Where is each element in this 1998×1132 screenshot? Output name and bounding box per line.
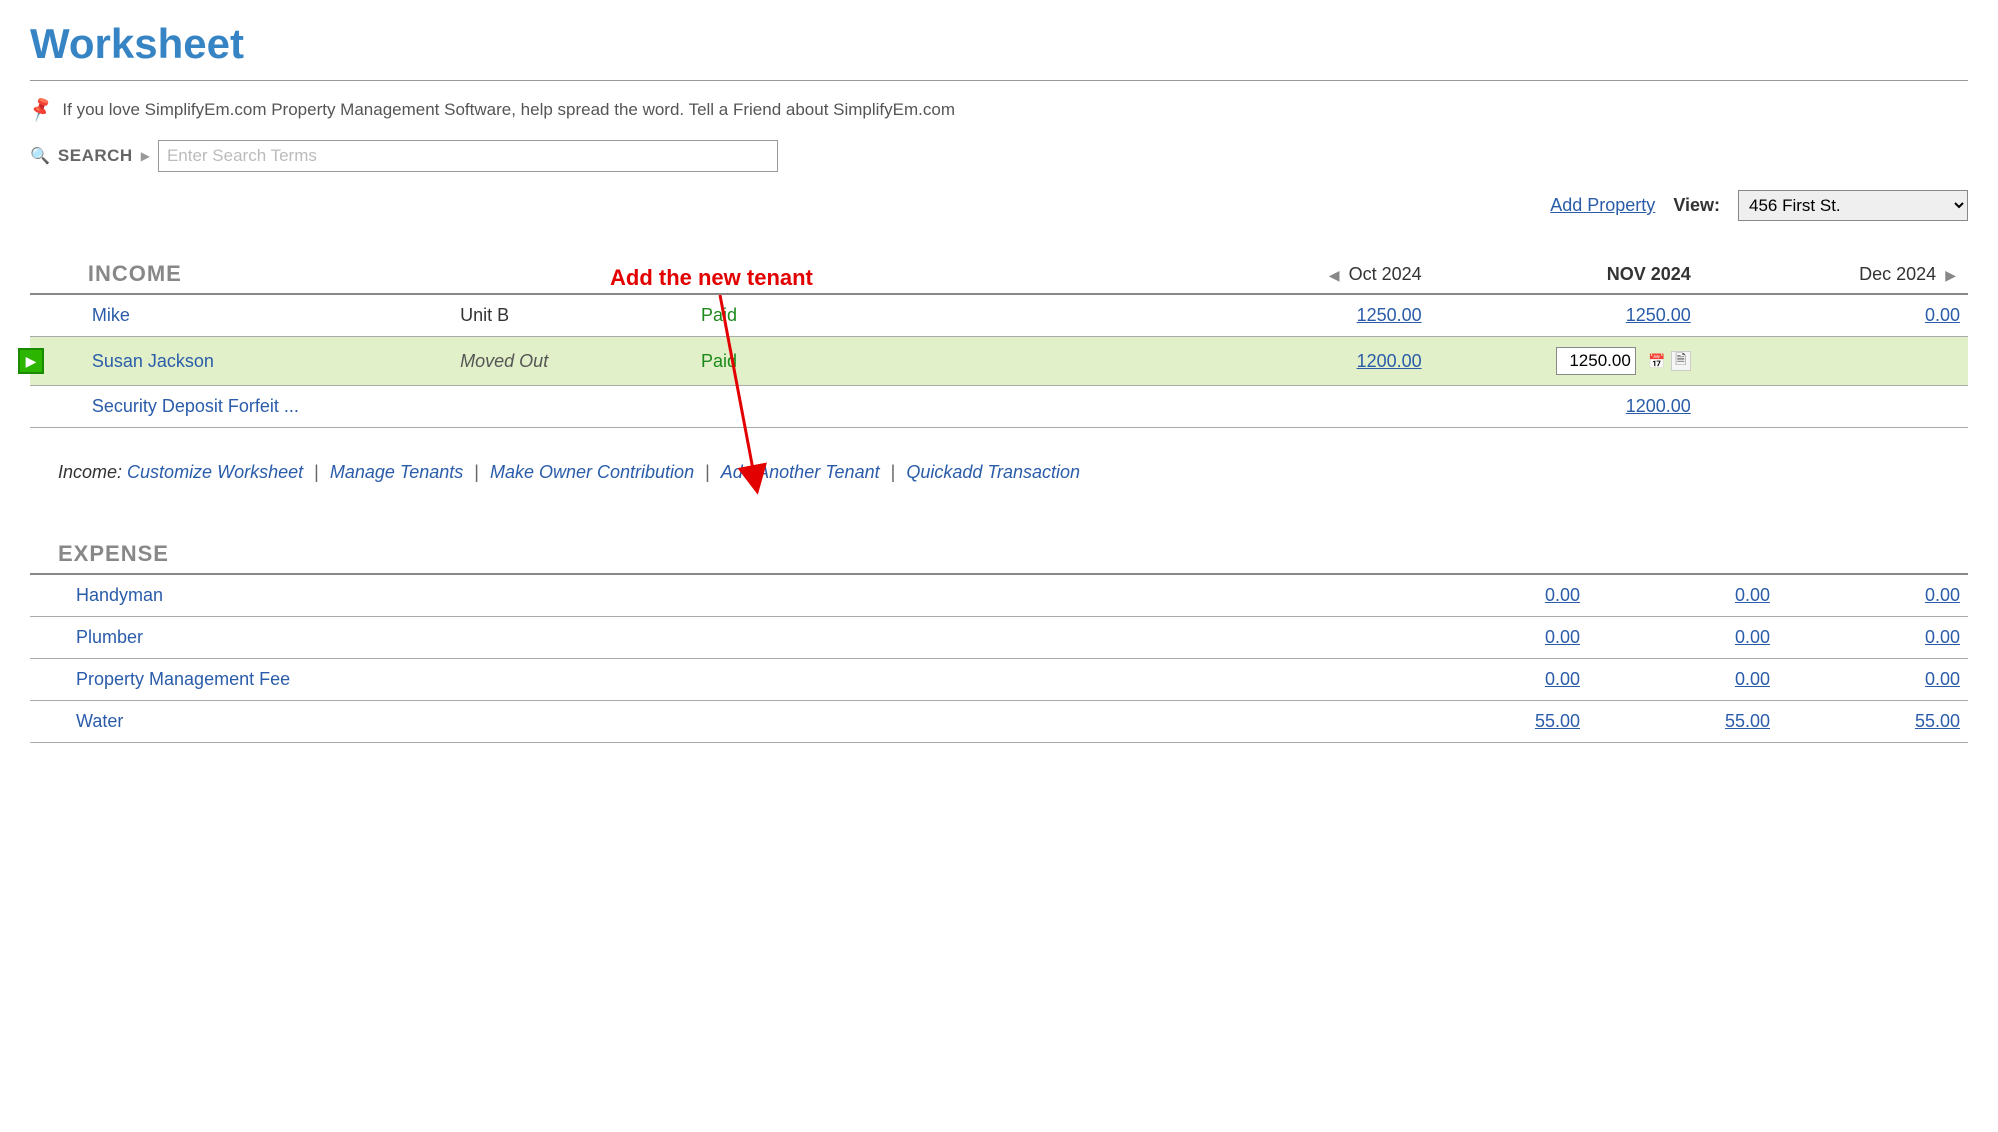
amount-cell[interactable]: 0.00 bbox=[1925, 585, 1960, 605]
month-next-label: Dec 2024 bbox=[1859, 264, 1936, 284]
view-select[interactable]: 456 First St. bbox=[1738, 190, 1968, 221]
income-table: INCOME ◀ Oct 2024 NOV 2024 Dec 2024 ▶ Mi… bbox=[30, 251, 1968, 428]
manage-tenants-link[interactable]: Manage Tenants bbox=[330, 462, 463, 482]
promo-row: 📌 If you love SimplifyEm.com Property Ma… bbox=[30, 99, 1968, 120]
unit-label: Unit B bbox=[460, 305, 509, 325]
make-owner-contribution-link[interactable]: Make Owner Contribution bbox=[490, 462, 694, 482]
deposit-forfeit-link[interactable]: Security Deposit Forfeit ... bbox=[92, 396, 299, 416]
status-paid: Paid bbox=[701, 351, 737, 371]
month-current-label: NOV 2024 bbox=[1607, 264, 1691, 284]
search-icon: 🔍 bbox=[30, 146, 50, 166]
month-prev-label: Oct 2024 bbox=[1349, 264, 1422, 284]
tenant-name-link[interactable]: Mike bbox=[92, 305, 130, 325]
amount-cell[interactable]: 55.00 bbox=[1535, 711, 1580, 731]
amount-cell[interactable]: 1200.00 bbox=[1626, 396, 1691, 416]
next-month-arrow-icon[interactable]: ▶ bbox=[1941, 267, 1960, 283]
expense-row-water: Water 55.00 55.00 55.00 bbox=[30, 701, 1968, 743]
expense-name-link[interactable]: Handyman bbox=[76, 585, 163, 605]
income-section-header: INCOME bbox=[88, 261, 182, 286]
amount-input[interactable] bbox=[1556, 347, 1636, 375]
amount-cell[interactable]: 0.00 bbox=[1925, 305, 1960, 325]
amount-cell[interactable]: 55.00 bbox=[1915, 711, 1960, 731]
top-controls: Add Property View: 456 First St. bbox=[30, 190, 1968, 221]
amount-cell[interactable]: 0.00 bbox=[1925, 669, 1960, 689]
expense-name-link[interactable]: Property Management Fee bbox=[76, 669, 290, 689]
caret-right-icon: ▶ bbox=[141, 149, 150, 163]
search-row: 🔍 SEARCH ▶ bbox=[30, 140, 1968, 172]
add-another-tenant-link[interactable]: Add Another Tenant bbox=[721, 462, 880, 482]
amount-cell[interactable]: 0.00 bbox=[1545, 669, 1580, 689]
tenant-name-link[interactable]: Susan Jackson bbox=[92, 351, 214, 371]
income-links-label: Income: bbox=[58, 462, 122, 482]
amount-cell[interactable]: 55.00 bbox=[1725, 711, 1770, 731]
amount-cell[interactable]: 0.00 bbox=[1735, 627, 1770, 647]
expense-row-handyman: Handyman 0.00 0.00 0.00 bbox=[30, 575, 1968, 617]
income-row-mike: Mike Unit B Paid 1250.00 1250.00 0.00 bbox=[30, 294, 1968, 337]
amount-cell[interactable]: 0.00 bbox=[1735, 585, 1770, 605]
expense-table: Handyman 0.00 0.00 0.00 Plumber 0.00 0.0… bbox=[30, 575, 1968, 743]
divider bbox=[30, 80, 1968, 81]
page-title: Worksheet bbox=[30, 20, 1968, 68]
amount-cell[interactable]: 0.00 bbox=[1545, 627, 1580, 647]
income-row-deposit: Security Deposit Forfeit ... 1200.00 bbox=[30, 386, 1968, 428]
search-input[interactable] bbox=[158, 140, 778, 172]
calendar-icon[interactable]: 📅 bbox=[1647, 351, 1667, 371]
moved-out-label: Moved Out bbox=[460, 351, 548, 371]
expense-row-pmfee: Property Management Fee 0.00 0.00 0.00 bbox=[30, 659, 1968, 701]
income-row-susan: ▶ Susan Jackson Moved Out Paid 1200.00 📅… bbox=[30, 337, 1968, 386]
income-action-links: Income: Customize Worksheet | Manage Ten… bbox=[58, 462, 1968, 483]
amount-cell[interactable]: 0.00 bbox=[1925, 627, 1960, 647]
prev-month-arrow-icon[interactable]: ◀ bbox=[1325, 267, 1344, 283]
expense-name-link[interactable]: Water bbox=[76, 711, 123, 731]
search-label: SEARCH bbox=[58, 146, 133, 166]
expand-row-button[interactable]: ▶ bbox=[18, 348, 44, 374]
promo-text: If you love SimplifyEm.com Property Mana… bbox=[62, 100, 955, 120]
amount-cell[interactable]: 0.00 bbox=[1735, 669, 1770, 689]
add-property-link[interactable]: Add Property bbox=[1550, 195, 1655, 216]
annotation-text: Add the new tenant bbox=[610, 265, 813, 291]
expense-section-header: EXPENSE bbox=[30, 533, 1968, 575]
amount-cell[interactable]: 1250.00 bbox=[1626, 305, 1691, 325]
note-icon[interactable]: 🗎 bbox=[1671, 351, 1691, 371]
view-label: View: bbox=[1673, 195, 1720, 216]
pin-icon: 📌 bbox=[27, 95, 56, 124]
amount-cell[interactable]: 1200.00 bbox=[1357, 351, 1422, 371]
income-header-row: INCOME ◀ Oct 2024 NOV 2024 Dec 2024 ▶ bbox=[30, 251, 1968, 294]
amount-cell[interactable]: 1250.00 bbox=[1357, 305, 1422, 325]
expense-name-link[interactable]: Plumber bbox=[76, 627, 143, 647]
caret-right-icon: ▶ bbox=[26, 353, 37, 370]
status-paid: Paid bbox=[701, 305, 737, 325]
amount-cell[interactable]: 0.00 bbox=[1545, 585, 1580, 605]
customize-worksheet-link[interactable]: Customize Worksheet bbox=[127, 462, 303, 482]
quickadd-transaction-link[interactable]: Quickadd Transaction bbox=[906, 462, 1080, 482]
expense-row-plumber: Plumber 0.00 0.00 0.00 bbox=[30, 617, 1968, 659]
